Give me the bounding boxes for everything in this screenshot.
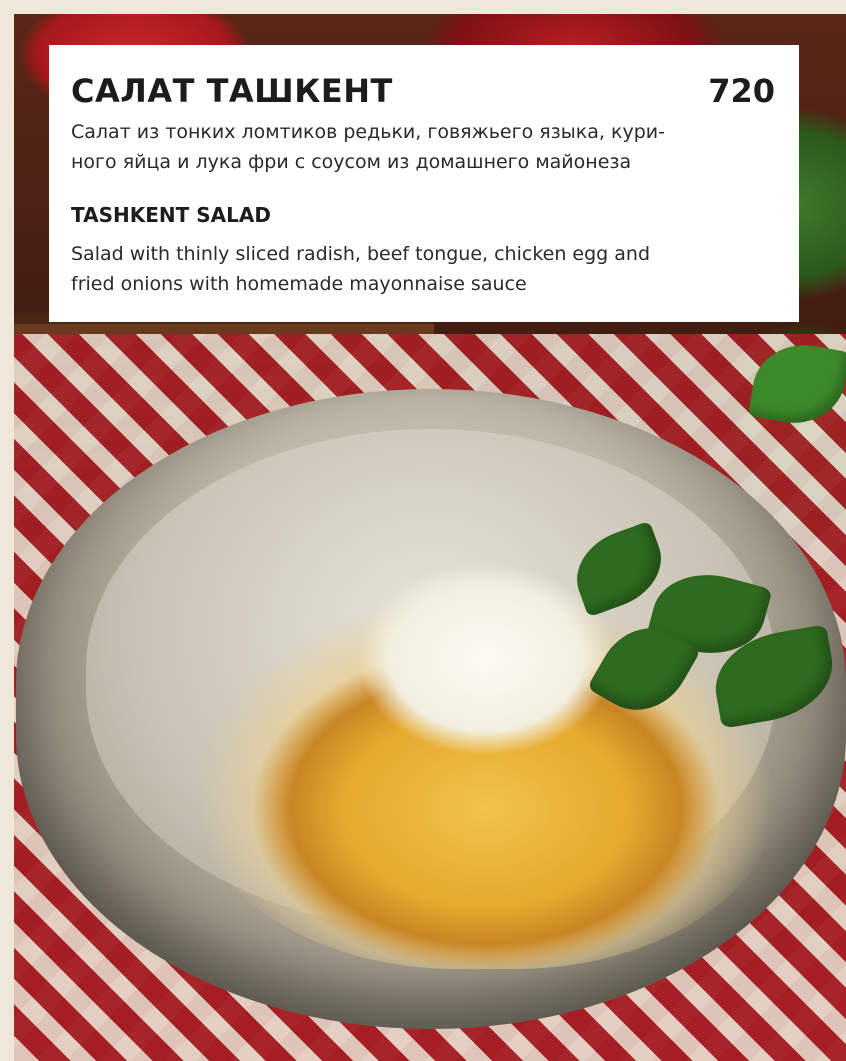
description-line: Salad with thinly sliced radish, beef to… <box>71 243 651 265</box>
dish-price: 720 <box>708 72 775 110</box>
dish-description-ru: Салат из тонких ломтиков редьки, говяжье… <box>71 117 711 177</box>
menu-item-card: САЛАТ ТАШКЕНТ 720 Салат из тонких ломтик… <box>49 45 799 322</box>
description-line: fried onions with homemade mayonnaise sa… <box>71 273 527 295</box>
dish-title-en: TASHKENT SALAD <box>71 203 271 227</box>
dish-title: САЛАТ ТАШКЕНТ <box>71 72 393 110</box>
dish-description-en: Salad with thinly sliced radish, beef to… <box>71 239 731 299</box>
description-line: ного яйца и лука фри с соусом из домашне… <box>71 151 632 173</box>
description-line: Салат из тонких ломтиков редьки, говяжье… <box>71 121 665 143</box>
